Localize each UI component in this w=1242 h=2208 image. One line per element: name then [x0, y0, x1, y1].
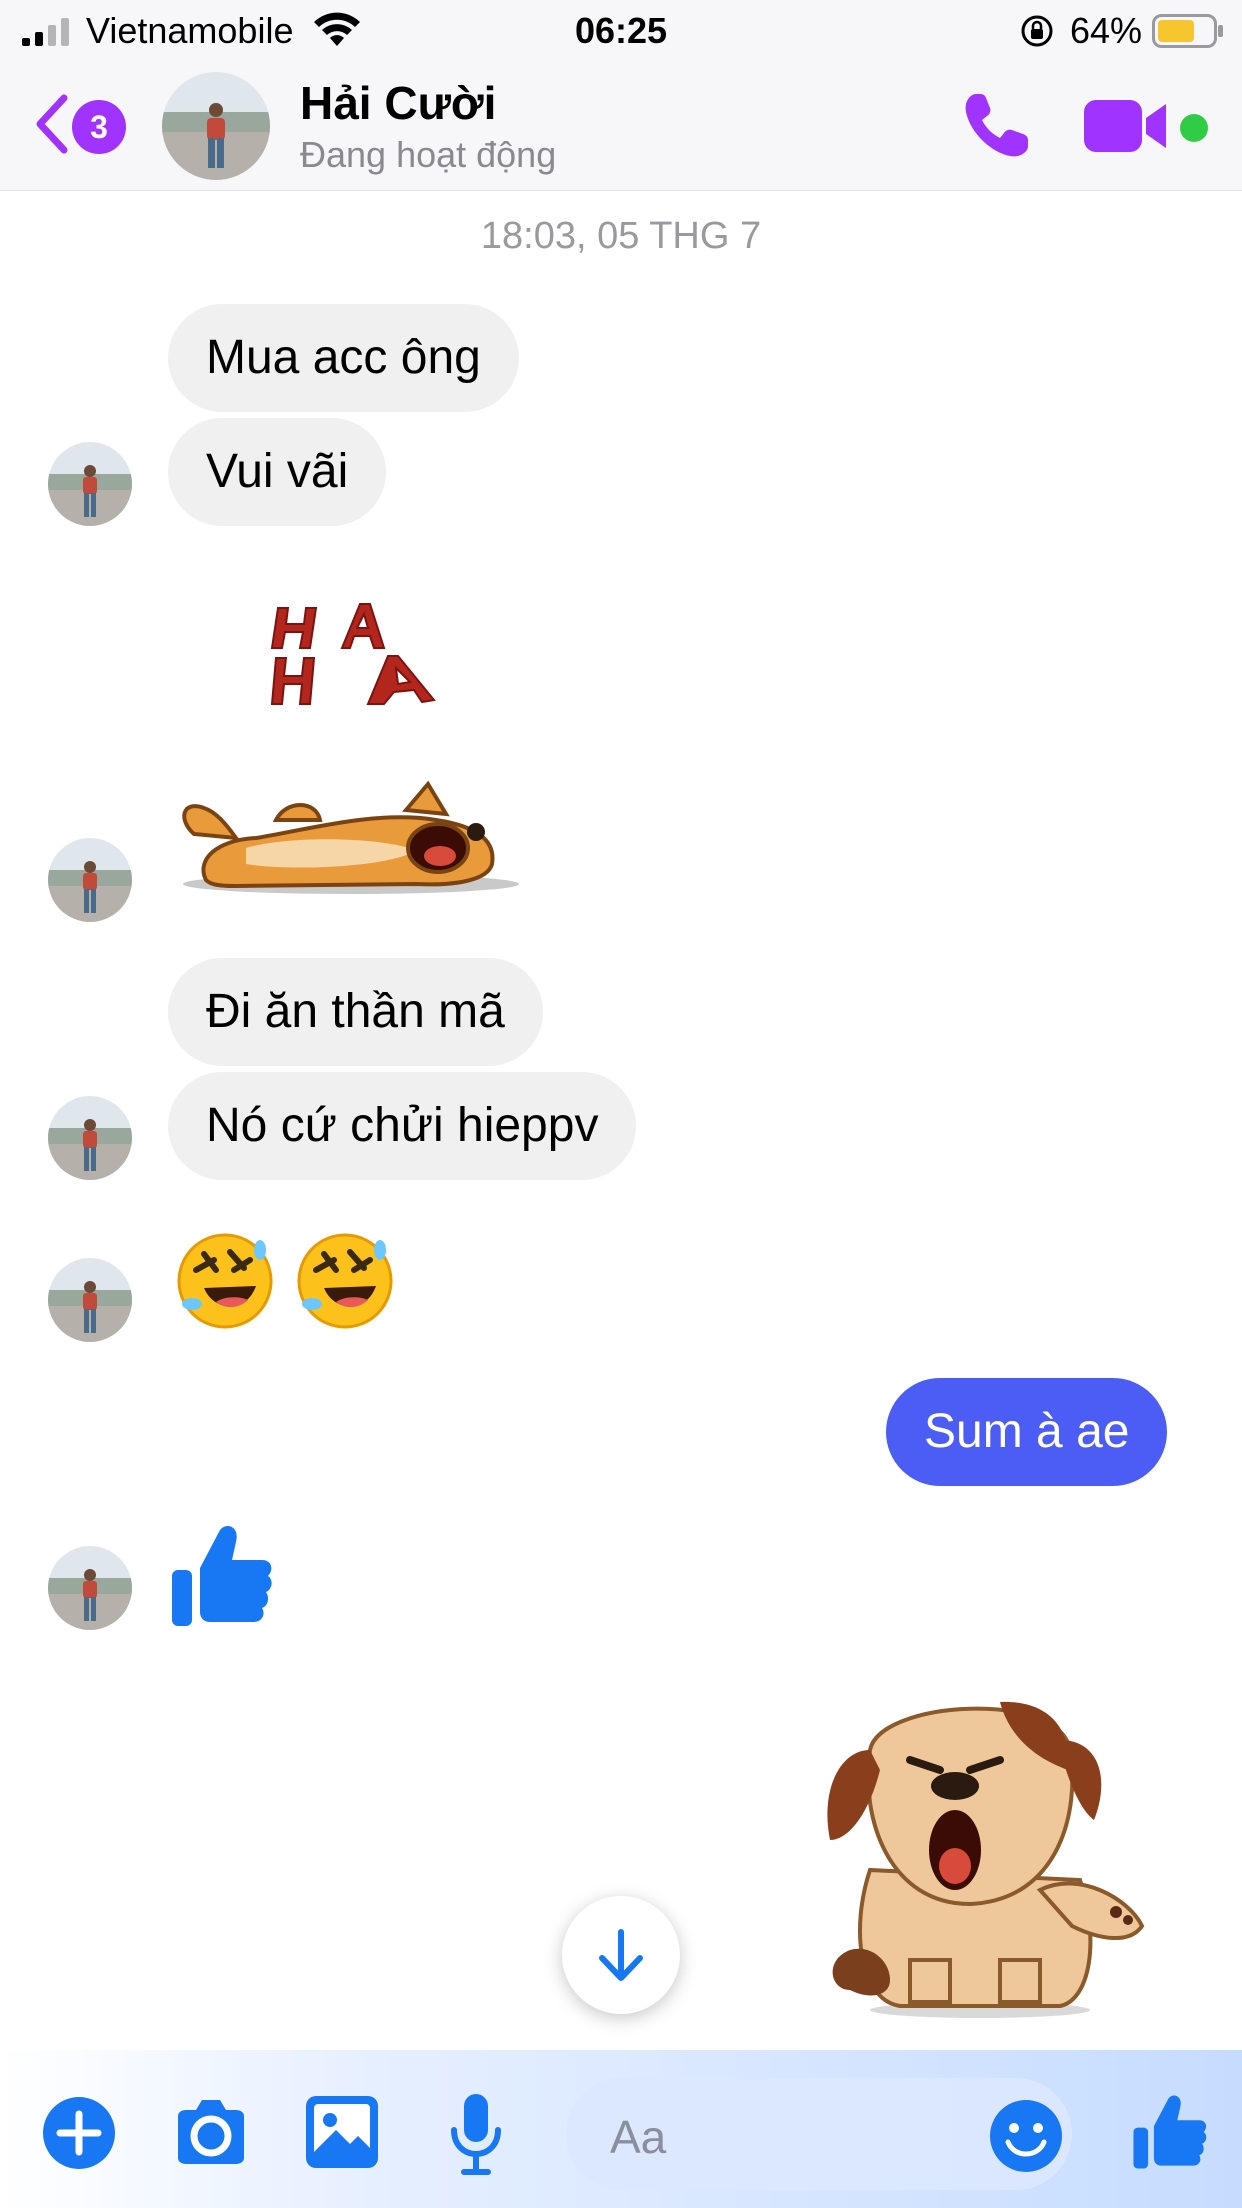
conversation-timestamp: 18:03, 05 THG 7 [480, 215, 762, 257]
microphone-icon[interactable] [448, 2092, 504, 2176]
emoji-icon[interactable] [988, 2098, 1064, 2174]
message-input-placeholder: Aa [610, 2111, 667, 2163]
back-chevron-icon[interactable] [32, 92, 72, 156]
sender-avatar[interactable] [48, 1258, 132, 1342]
scroll-to-bottom-button[interactable] [562, 1896, 680, 2014]
status-clock: 06:25 [574, 10, 668, 51]
incoming-message-bubble[interactable]: Mua acc ông [168, 304, 519, 412]
sender-avatar[interactable] [48, 442, 132, 526]
outgoing-message-bubble[interactable]: Sum à ae [886, 1378, 1168, 1486]
battery-percent: 64% [1070, 10, 1143, 51]
battery-icon [1152, 14, 1223, 48]
sender-avatar[interactable] [48, 1546, 132, 1630]
message-composer: Aa [0, 2050, 1242, 2208]
camera-icon[interactable] [172, 2098, 250, 2166]
incoming-message-bubble[interactable]: Đi ăn thần mã [168, 958, 543, 1066]
status-bar: Vietnamobile 06:25 64% [0, 0, 1242, 62]
thumbs-up-like-icon[interactable] [170, 1522, 274, 1630]
rofl-emoji[interactable] [174, 1230, 276, 1332]
sender-avatar[interactable] [48, 1096, 132, 1180]
chat-header: 3 Hải Cười Đang hoạt động [0, 62, 1242, 191]
phone-call-icon[interactable] [958, 88, 1034, 164]
sender-avatar[interactable] [48, 838, 132, 922]
gallery-image-icon[interactable] [304, 2094, 380, 2170]
like-button-icon[interactable] [1132, 2090, 1208, 2174]
laughing-dog-sticker[interactable] [176, 780, 521, 898]
unread-count-badge[interactable]: 3 [72, 100, 126, 154]
incoming-message-bubble[interactable]: Nó cứ chửi hieppv [168, 1072, 637, 1180]
plus-icon[interactable] [42, 2096, 116, 2170]
online-indicator [1180, 114, 1208, 142]
video-call-icon[interactable] [1084, 96, 1174, 156]
arrow-down-icon [599, 1929, 643, 1981]
incoming-message-bubble[interactable]: Vui vãi [168, 418, 387, 526]
yawning-dog-sticker[interactable] [810, 1690, 1150, 2020]
orientation-lock-icon [1021, 15, 1053, 47]
contact-name: Hải Cười [300, 77, 497, 129]
rofl-emoji[interactable] [294, 1230, 396, 1332]
contact-avatar[interactable] [162, 72, 270, 180]
contact-active-status: Đang hoạt động [300, 134, 557, 175]
haha-sticker[interactable] [268, 596, 438, 710]
